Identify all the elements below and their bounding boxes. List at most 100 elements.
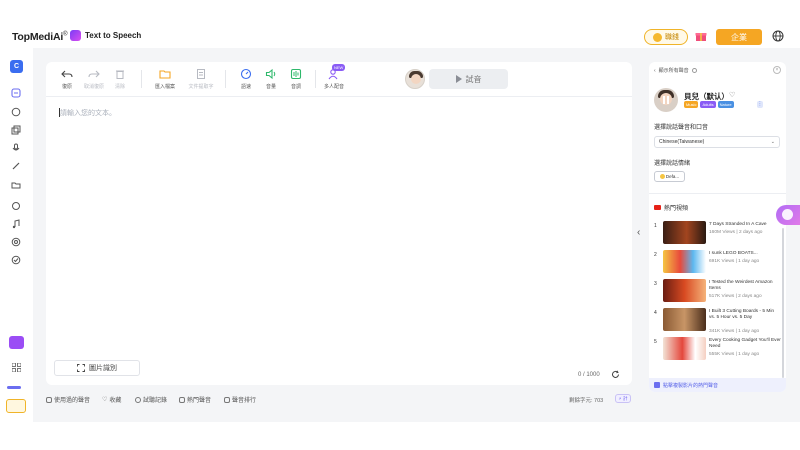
pitch-button[interactable]: 音調 xyxy=(281,68,311,90)
multi-speaker-button[interactable]: 多人配音 xyxy=(319,68,349,90)
list-item[interactable]: 4 I Built 3 Cutting Boards - 5 Min vs. 5… xyxy=(649,307,786,337)
text-input[interactable]: 請輸入您的文本。 xyxy=(60,108,116,118)
sidebar-toolbox-icon[interactable] xyxy=(9,336,24,349)
favorites-link[interactable]: ♡ 收藏 xyxy=(102,395,121,404)
tts-icon[interactable] xyxy=(11,85,21,98)
assistant-float-button[interactable] xyxy=(776,205,800,225)
emotion-label: 選擇說話情緒 xyxy=(654,161,691,167)
app-switcher[interactable]: Text to Speech xyxy=(70,30,141,41)
undo-button[interactable]: 復原 xyxy=(52,68,82,90)
chevron-down-icon: ⌄ xyxy=(770,139,775,145)
pitch-icon xyxy=(290,68,302,80)
chars-badge[interactable]: ⚡ 計 xyxy=(615,394,631,403)
hot-videos-title: 熱門視頻 xyxy=(654,203,688,212)
toolbar-divider xyxy=(225,70,226,88)
chevron-left-icon: ‹ xyxy=(654,67,656,74)
hot-voices-link[interactable]: 熱門聲音 xyxy=(179,395,211,404)
target-icon[interactable] xyxy=(11,234,21,247)
business-button[interactable]: 企業 xyxy=(716,29,762,45)
music-icon[interactable] xyxy=(11,216,21,229)
list-item[interactable]: 3 I Tested the Weirdest Amazon Items 517… xyxy=(649,278,786,308)
youtube-icon xyxy=(654,205,661,210)
voice-tags: Music Adults Nature xyxy=(684,101,734,108)
gift-icon[interactable] xyxy=(695,30,707,42)
toolbar-divider xyxy=(141,70,142,88)
language-select[interactable]: Chinese(Taiwanese) ⌄ xyxy=(654,136,780,148)
emotion-chip[interactable]: Defa... xyxy=(654,171,685,182)
video-thumbnail xyxy=(663,250,706,273)
check-circle-icon[interactable] xyxy=(11,252,21,265)
redo-icon xyxy=(88,70,100,78)
more-tags-button[interactable]: ⋮ xyxy=(757,101,763,108)
doc-icon xyxy=(197,69,205,79)
voice-clone-icon[interactable] xyxy=(11,104,21,117)
folder-icon[interactable] xyxy=(11,177,21,189)
copy-hot-voice-link[interactable]: 點擊複製影片的熱門聲音 xyxy=(649,378,786,392)
user-icon xyxy=(46,396,52,403)
new-badge: NEW xyxy=(332,64,346,71)
scan-icon xyxy=(77,364,85,372)
undo-icon xyxy=(61,70,73,78)
video-thumbnail xyxy=(663,221,706,244)
favorite-heart-icon[interactable]: ♡ xyxy=(729,91,735,99)
voice-panel: ‹ 顯示所有聲音 × 貝兒（默认） ♡ Music Adults Nature … xyxy=(649,62,786,392)
video-list-scrollbar[interactable] xyxy=(782,228,784,378)
heart-icon: ♡ xyxy=(102,397,108,403)
sidebar-indicator xyxy=(7,386,21,389)
refresh-icon[interactable] xyxy=(611,370,620,379)
collapse-panel-icon[interactable]: ‹ xyxy=(637,228,645,238)
list-item[interactable]: 2 I sunk LEGO BOATS... 691K Views | 1 da… xyxy=(649,249,786,279)
play-icon xyxy=(455,75,462,83)
top-bar: TopMediAi® Text to Speech 職錢 企業 xyxy=(0,0,800,48)
volume-icon xyxy=(265,68,276,80)
left-sidebar: C xyxy=(0,48,33,422)
accent-label: 選擇說話聲音和口音 xyxy=(654,125,709,131)
coins-button[interactable]: 職錢 xyxy=(644,29,688,45)
plus-icon xyxy=(654,382,660,388)
emoji-icon xyxy=(659,174,665,179)
voice-ranking-link[interactable]: 聲音排行 xyxy=(224,395,256,404)
show-all-voices[interactable]: ‹ 顯示所有聲音 xyxy=(654,67,697,74)
info-icon xyxy=(691,68,697,73)
crown-icon[interactable] xyxy=(6,399,26,413)
coin-icon xyxy=(653,32,662,42)
pause-icon xyxy=(663,96,669,104)
used-voices-link[interactable]: 使用過的聲音 xyxy=(46,395,90,404)
thumb-icon xyxy=(179,396,185,403)
microphone-icon[interactable] xyxy=(11,140,21,151)
image-ocr-button[interactable]: 圖片識別 xyxy=(54,360,140,376)
panel-divider xyxy=(649,193,786,194)
text-editor-card: 復原 取消復原 清除 匯入檔案 文件提取字 語速 音量 音調 多人配音 NEW … xyxy=(46,62,632,385)
tag-music: Music xyxy=(684,101,699,108)
list-item[interactable]: 5 Every Cooking Gadget You'll Ever Need … xyxy=(649,336,786,366)
copy-icon[interactable] xyxy=(11,122,21,135)
history-link[interactable]: 試聽記錄 xyxy=(135,395,167,404)
chars-remaining: 剩餘字元: 703 xyxy=(569,398,604,404)
video-thumbnail xyxy=(663,308,706,331)
app-name: Text to Speech xyxy=(85,31,142,40)
voice-avatar[interactable] xyxy=(405,69,425,89)
import-file-button[interactable]: 匯入檔案 xyxy=(150,68,180,90)
list-item[interactable]: 1 7 Days Stranded In A Cave 160M Views |… xyxy=(649,220,786,250)
history-icon xyxy=(135,396,141,403)
selected-voice-avatar[interactable] xyxy=(654,88,678,112)
speed-icon xyxy=(240,68,252,80)
planet-icon[interactable] xyxy=(11,198,21,210)
globe-icon[interactable] xyxy=(772,30,784,42)
toolbar-divider xyxy=(315,70,316,88)
preview-play-button[interactable]: 試音 xyxy=(429,69,508,89)
char-counter: 0 / 1000 xyxy=(578,372,600,378)
doc-extract-button[interactable]: 文件提取字 xyxy=(186,68,216,90)
grid-icon[interactable] xyxy=(12,363,21,372)
video-thumbnail xyxy=(663,337,706,360)
close-icon[interactable]: × xyxy=(773,66,781,74)
logo[interactable]: TopMediAi® xyxy=(12,31,68,43)
folder-icon xyxy=(159,70,171,79)
assistant-icon xyxy=(782,209,793,220)
pen-icon[interactable] xyxy=(11,158,21,170)
app-icon xyxy=(70,30,81,41)
sidebar-profile-badge[interactable]: C xyxy=(10,60,23,73)
tag-nature: Nature xyxy=(717,101,734,108)
clear-button[interactable]: 清除 xyxy=(105,68,135,90)
tag-adults: Adults xyxy=(700,101,716,108)
